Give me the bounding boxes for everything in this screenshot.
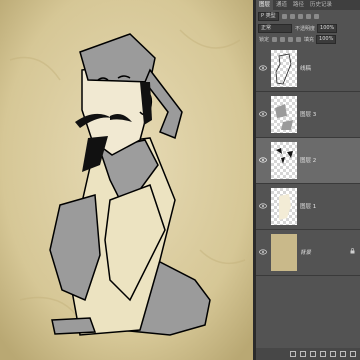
layer-name: 背景 <box>300 250 312 256</box>
layer-row-2[interactable]: 图层 2 <box>256 138 360 184</box>
layers-panel: 图层 通道 路径 历史记录 P 类型 正常 不透明度 100% 锁定 填充 10… <box>256 0 360 360</box>
visibility-eye-icon[interactable] <box>259 157 267 163</box>
new-group-icon[interactable] <box>330 351 336 357</box>
fill-field[interactable]: 100% <box>316 34 337 44</box>
lock-position-icon[interactable] <box>288 36 294 42</box>
layer-name: 图层 2 <box>300 158 317 164</box>
tab-paths[interactable]: 路径 <box>290 0 307 10</box>
visibility-eye-icon[interactable] <box>259 203 267 209</box>
layer-thumbnail <box>271 50 297 87</box>
visibility-eye-icon[interactable] <box>259 111 267 117</box>
layer-name: 图层 3 <box>300 112 317 118</box>
canvas[interactable] <box>0 0 253 360</box>
panel-bottom-bar <box>256 348 360 360</box>
opacity-field[interactable]: 100% <box>317 23 338 33</box>
link-layers-icon[interactable] <box>290 351 296 357</box>
fill-label: 填充 <box>304 36 315 43</box>
visibility-eye-icon[interactable] <box>259 249 267 255</box>
filter-pixel-icon[interactable] <box>281 13 287 19</box>
filter-shape-icon[interactable] <box>305 13 311 19</box>
blend-row: 正常 不透明度 100% <box>256 23 360 33</box>
layer-style-icon[interactable] <box>300 351 306 357</box>
lock-label: 锁定 <box>259 36 270 43</box>
filter-smart-icon[interactable] <box>313 13 319 19</box>
layer-name: 图层 1 <box>300 204 317 210</box>
delete-layer-icon[interactable] <box>350 351 356 357</box>
visibility-eye-icon[interactable] <box>259 65 267 71</box>
layer-thumbnail <box>271 142 297 179</box>
panel-tabs: 图层 通道 路径 历史记录 <box>256 0 360 10</box>
layer-thumbnail <box>271 188 297 225</box>
blend-mode-select[interactable]: 正常 <box>258 23 292 33</box>
layer-row-lineart[interactable]: 线稿 <box>256 46 360 92</box>
layer-thumbnail <box>271 234 297 271</box>
filter-row: P 类型 <box>256 11 360 21</box>
lock-row: 锁定 填充 100% <box>256 34 360 44</box>
layer-list: 线稿 图层 3 图层 2 图层 1 背景 <box>256 46 360 276</box>
adjustment-layer-icon[interactable] <box>320 351 326 357</box>
tab-channels[interactable]: 通道 <box>273 0 290 10</box>
filter-type-icon[interactable] <box>297 13 303 19</box>
layer-thumbnail <box>271 96 297 133</box>
new-layer-icon[interactable] <box>340 351 346 357</box>
illustration-scholar <box>0 0 253 360</box>
layer-row-3[interactable]: 图层 3 <box>256 92 360 138</box>
lock-icon <box>350 248 355 254</box>
lock-image-icon[interactable] <box>280 36 286 42</box>
opacity-label: 不透明度 <box>295 25 316 32</box>
layer-row-background[interactable]: 背景 <box>256 230 360 276</box>
kind-filter-select[interactable]: P 类型 <box>258 11 279 21</box>
filter-adjust-icon[interactable] <box>289 13 295 19</box>
add-mask-icon[interactable] <box>310 351 316 357</box>
tab-layers[interactable]: 图层 <box>256 0 274 10</box>
lock-all-icon[interactable] <box>296 36 302 42</box>
lock-transparent-icon[interactable] <box>272 36 278 42</box>
layer-row-1[interactable]: 图层 1 <box>256 184 360 230</box>
layer-name: 线稿 <box>300 66 312 72</box>
tab-history[interactable]: 历史记录 <box>307 0 335 10</box>
